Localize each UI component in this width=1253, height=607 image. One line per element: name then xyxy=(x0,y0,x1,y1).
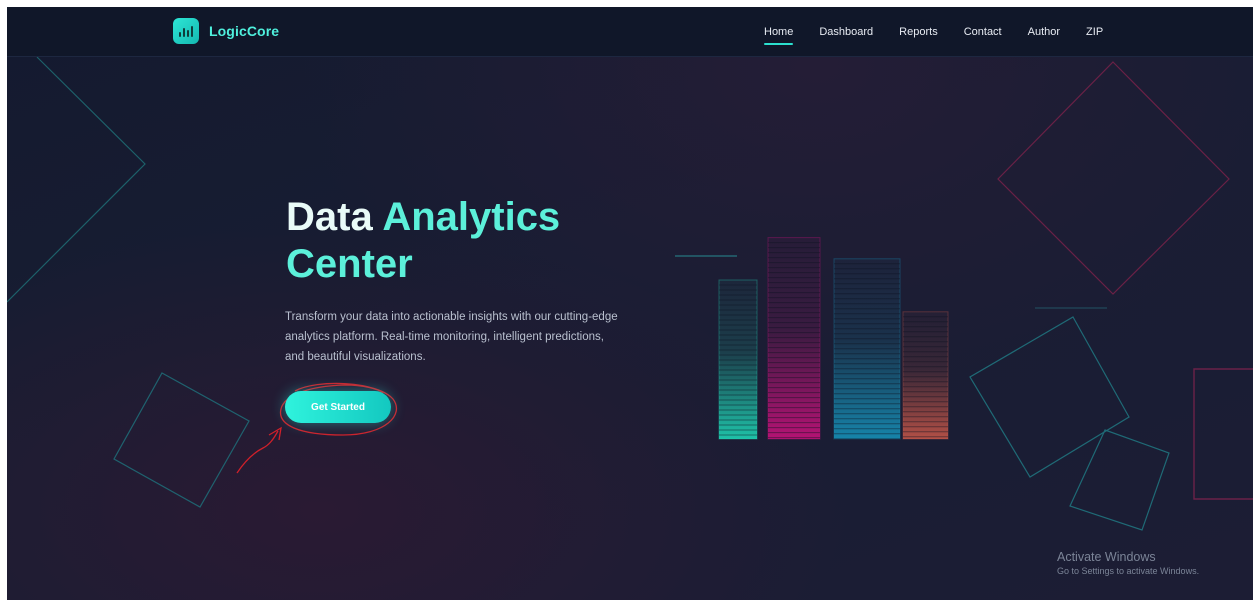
get-started-button[interactable]: Get Started xyxy=(285,391,391,423)
deco-square-right-2 xyxy=(1069,429,1170,531)
nav-author[interactable]: Author xyxy=(1028,26,1060,38)
deco-rect-pink xyxy=(1193,368,1253,500)
nav-contact[interactable]: Contact xyxy=(964,26,1002,38)
nav-dashboard[interactable]: Dashboard xyxy=(819,26,873,38)
activate-windows-watermark: Activate Windows Go to Settings to activ… xyxy=(1057,550,1199,576)
deco-diamond-pink xyxy=(997,61,1230,295)
deco-diamond-left xyxy=(7,56,146,303)
main-nav: Home Dashboard Reports Contact Author ZI… xyxy=(764,26,1129,45)
nav-reports[interactable]: Reports xyxy=(899,26,938,38)
brand-name[interactable]: LogicCore xyxy=(209,23,279,39)
deco-square-left xyxy=(113,372,250,508)
hero-title-highlight: Analytics xyxy=(382,195,561,239)
top-navbar: LogicCore Home Dashboard Reports Contact… xyxy=(7,7,1253,57)
page-frame: LogicCore Home Dashboard Reports Contact… xyxy=(7,7,1253,600)
bar-chart-icon[interactable] xyxy=(173,18,199,44)
nav-zip[interactable]: ZIP xyxy=(1086,26,1103,38)
annotation-arrow xyxy=(236,430,279,474)
hero-title-part-1: Data xyxy=(286,195,383,239)
hero-description: Transform your data into actionable insi… xyxy=(285,311,618,363)
watermark-title: Activate Windows xyxy=(1057,550,1156,564)
watermark-subtitle: Go to Settings to activate Windows. xyxy=(1057,566,1200,576)
annotation-arrowhead xyxy=(268,426,282,441)
nav-home[interactable]: Home xyxy=(764,26,794,45)
background-decorations xyxy=(7,56,1253,531)
hero-title: Data Analytics Center xyxy=(286,194,626,288)
deco-square-right-1 xyxy=(969,316,1130,478)
hero-title-part-3: Center xyxy=(286,242,413,286)
